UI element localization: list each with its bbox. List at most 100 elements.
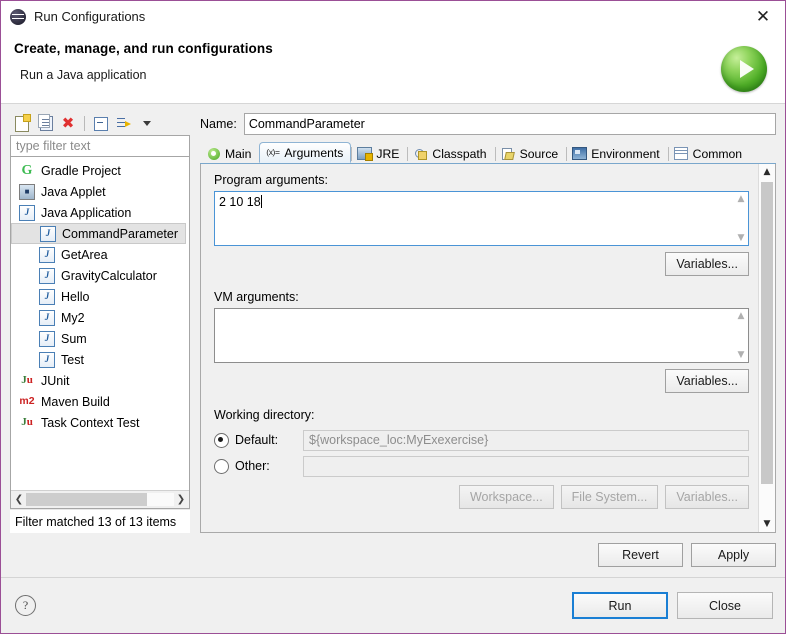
vm-arguments-variables-button[interactable]: Variables... — [665, 369, 749, 393]
tree-item-commandparameter[interactable]: J CommandParameter — [11, 223, 186, 244]
arguments-panel-scrollbar[interactable]: ▲ ▼ — [758, 164, 775, 532]
dialog-header: Create, manage, and run configurations R… — [1, 32, 785, 103]
chevron-down-icon — [143, 121, 151, 126]
help-question-icon[interactable]: ? — [15, 595, 36, 616]
tree-item-my2[interactable]: JMy2 — [11, 307, 189, 328]
working-directory-default-row: Default: ${workspace_loc:MyExexercise} — [214, 428, 749, 452]
configuration-name-input[interactable] — [244, 113, 776, 135]
apply-button[interactable]: Apply — [691, 543, 776, 567]
tree-item-task-context-test[interactable]: JuTask Context Test — [11, 412, 189, 433]
scroll-down-icon[interactable]: ▼ — [738, 233, 745, 243]
working-directory-variables-button[interactable]: Variables... — [665, 485, 749, 509]
scroll-track[interactable] — [26, 493, 174, 506]
scroll-up-icon[interactable]: ▲ — [759, 164, 775, 180]
tree-item-junit[interactable]: Ju JUnit — [11, 370, 189, 391]
vm-arguments-scrollbar[interactable]: ▲ ▼ — [734, 309, 748, 362]
tree-item-sum[interactable]: JSum — [11, 328, 189, 349]
new-configuration-button[interactable] — [12, 114, 32, 134]
workspace-button[interactable]: Workspace... — [459, 485, 554, 509]
filter-status-text: Filter matched 13 of 13 items — [10, 509, 190, 533]
scroll-track[interactable] — [759, 180, 775, 516]
scroll-down-icon[interactable]: ▼ — [738, 350, 745, 360]
working-directory-other-radio[interactable] — [214, 459, 229, 474]
arguments-icon: (x)= — [265, 146, 280, 160]
scroll-down-icon[interactable]: ▼ — [759, 516, 775, 532]
arguments-tab-content: Program arguments: 2 10 18 ▲ ▼ Variables… — [201, 164, 758, 532]
revert-button[interactable]: Revert — [598, 543, 683, 567]
working-directory-default-radio[interactable] — [214, 433, 229, 448]
tab-source[interactable]: Source — [495, 143, 567, 163]
tab-label: Classpath — [432, 147, 486, 161]
tree-item-label: Maven Build — [41, 395, 110, 409]
window-title: Run Configurations — [34, 9, 145, 24]
dialog-footer: ? Run Close — [1, 577, 785, 633]
scroll-up-icon[interactable]: ▲ — [738, 311, 745, 321]
tree-item-getarea[interactable]: JGetArea — [11, 244, 189, 265]
program-arguments-variables-button[interactable]: Variables... — [665, 252, 749, 276]
green-run-orb-icon — [721, 46, 769, 94]
program-arguments-scrollbar[interactable]: ▲ ▼ — [734, 192, 748, 245]
source-icon — [501, 147, 516, 161]
tree-item-maven-build[interactable]: m2 Maven Build — [11, 391, 189, 412]
tab-common[interactable]: Common — [668, 143, 750, 163]
java-launch-icon: J — [39, 310, 55, 326]
dialog-body: ✖ GGradle Project■Java AppletJJava Appli… — [1, 103, 785, 533]
filter-configurations-button[interactable] — [114, 114, 134, 134]
close-button[interactable]: Close — [677, 592, 773, 619]
tree-item-gradle-project[interactable]: GGradle Project — [11, 160, 189, 181]
working-directory-label: Working directory: — [214, 408, 749, 422]
scroll-right-icon[interactable]: ❯ — [174, 492, 188, 507]
main-icon — [206, 147, 221, 161]
view-menu-button[interactable] — [137, 114, 157, 134]
configurations-toolbar: ✖ — [10, 112, 190, 135]
tree-item-java-application[interactable]: JJava Application — [11, 202, 189, 223]
vm-arguments-textarea[interactable]: ▲ ▼ — [214, 308, 749, 363]
environment-icon — [572, 147, 587, 161]
java-launch-icon: J — [39, 247, 55, 263]
duplicate-configuration-button[interactable] — [35, 114, 55, 134]
program-arguments-value[interactable]: 2 10 18 — [215, 192, 734, 245]
scroll-thumb[interactable] — [761, 182, 773, 484]
tree-item-hello[interactable]: J Hello — [11, 286, 189, 307]
delete-configuration-button[interactable]: ✖ — [58, 114, 78, 134]
tree-item-label: Sum — [61, 332, 87, 346]
scroll-up-icon[interactable]: ▲ — [738, 194, 745, 204]
classpath-icon — [413, 147, 428, 161]
eclipse-run-icon — [10, 9, 26, 25]
program-arguments-textarea[interactable]: 2 10 18 ▲ ▼ — [214, 191, 749, 246]
filter-input[interactable] — [10, 135, 190, 157]
tab-environment[interactable]: Environment — [566, 143, 667, 163]
collapse-all-button[interactable] — [91, 114, 111, 134]
tab-label: Source — [520, 147, 559, 161]
vm-arguments-value[interactable] — [215, 309, 734, 362]
scroll-thumb[interactable] — [26, 493, 147, 506]
tree-item-java-applet[interactable]: ■Java Applet — [11, 181, 189, 202]
maven-icon: m2 — [19, 394, 35, 410]
file-system-button[interactable]: File System... — [561, 485, 659, 509]
run-button[interactable]: Run — [572, 592, 668, 619]
tab-main[interactable]: Main — [200, 143, 259, 163]
close-icon[interactable]: ✕ — [751, 5, 775, 29]
common-icon — [674, 147, 689, 161]
tree-item-test[interactable]: JTest — [11, 349, 189, 370]
tree-horizontal-scrollbar[interactable]: ❮ ❯ — [11, 490, 189, 508]
tab-arguments[interactable]: (x)=Arguments — [259, 142, 351, 163]
configurations-tree[interactable]: GGradle Project■Java AppletJJava Applica… — [11, 157, 189, 490]
junit-icon: Ju — [19, 373, 35, 389]
tab-label: JRE — [376, 147, 399, 161]
working-directory-other-input[interactable] — [303, 456, 749, 477]
configuration-tabs[interactable]: Main(x)=Arguments JRE Classpath Source Envir… — [200, 142, 776, 164]
java-launch-icon: J — [40, 226, 56, 242]
tree-item-label: JUnit — [41, 374, 69, 388]
java-applet-icon: ■ — [19, 184, 35, 200]
tree-item-label: Hello — [61, 290, 90, 304]
tree-item-label: Gradle Project — [41, 164, 121, 178]
tab-classpath[interactable]: Classpath — [407, 143, 494, 163]
working-directory-buttons: Workspace... File System... Variables... — [214, 485, 749, 509]
scroll-left-icon[interactable]: ❮ — [12, 492, 26, 507]
tree-item-gravitycalculator[interactable]: JGravityCalculator — [11, 265, 189, 286]
tree-item-label: Test — [61, 353, 84, 367]
tab-jre[interactable]: JRE — [351, 143, 407, 163]
java-launch-icon: J — [39, 289, 55, 305]
tree-item-label: CommandParameter — [62, 227, 178, 241]
